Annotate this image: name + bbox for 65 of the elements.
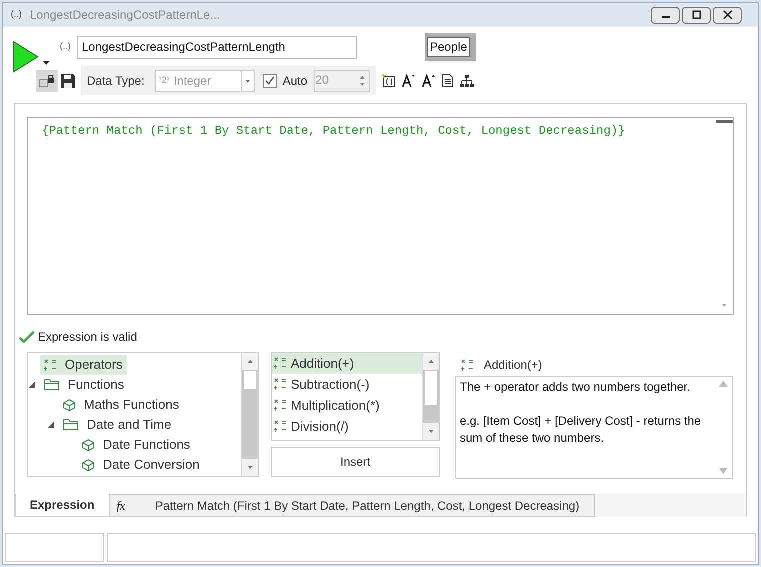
caret-icon[interactable] — [43, 61, 50, 65]
font-increase-icon[interactable] — [402, 74, 416, 88]
tab[interactable]: Expression — [15, 494, 110, 517]
operator-icon — [274, 399, 287, 412]
font-decrease-icon[interactable] — [422, 74, 436, 88]
cube-icon — [82, 438, 95, 452]
document-icon[interactable] — [442, 74, 454, 88]
operator-icon — [274, 357, 287, 370]
check-icon — [264, 76, 275, 86]
code-text: {Pattern Match (First 1 By Start Date, Pattern Length, Cost, Longest Decreasing)} — [41, 123, 626, 140]
operator-item[interactable]: Division(/) — [272, 416, 422, 437]
tree-item[interactable]: Date Functions — [78, 435, 194, 455]
auto-label: Auto — [282, 72, 308, 90]
description-title: Addition(+) — [484, 357, 542, 374]
hierarchy-icon[interactable] — [460, 74, 474, 88]
maximize-button[interactable] — [682, 6, 711, 24]
scrollbar[interactable] — [422, 353, 439, 440]
folder-icon — [63, 419, 79, 431]
operator-icon — [274, 378, 287, 391]
scroll-thumb[interactable] — [243, 370, 257, 390]
operator-item[interactable]: Addition(+) — [272, 353, 422, 374]
folder-icon — [44, 379, 60, 391]
validation-message: Expression is valid — [38, 329, 138, 346]
close-button[interactable] — [713, 6, 742, 24]
auto-checkbox[interactable] — [262, 74, 277, 88]
insert-button[interactable]: Insert — [271, 447, 440, 477]
tab[interactable]: fx Pattern Match (First 1 By Start Date, Pattern Length, Cost, Longest Decreasing) — [108, 494, 595, 517]
close-icon — [722, 10, 734, 20]
lock-button[interactable] — [36, 70, 58, 92]
expander-icon[interactable] — [28, 381, 36, 389]
scroll-thumb[interactable] — [716, 120, 733, 123]
maximize-icon — [690, 10, 702, 20]
scrollbar[interactable] — [241, 353, 258, 476]
name-field[interactable]: LongestDecreasingCostPatternLength — [77, 36, 357, 58]
data-type-label: Data Type: — [87, 72, 145, 90]
lock-icon — [39, 74, 55, 88]
data-type-value: Integer — [174, 72, 212, 90]
tree-item[interactable]: Date and Time — [59, 415, 176, 435]
minimize-button[interactable] — [651, 6, 680, 24]
window-type-label: (..) — [11, 8, 22, 22]
operator-icon — [44, 358, 57, 372]
run-icon[interactable] — [13, 41, 39, 73]
type-symbol-label: ¹2³ — [158, 74, 170, 87]
save-icon[interactable] — [60, 72, 76, 88]
size-value: 20 — [314, 72, 330, 88]
tree-item[interactable]: Date Conversion — [78, 455, 204, 475]
window-title: LongestDecreasingCostPatternLe... — [30, 7, 220, 24]
tree-item[interactable]: Operators — [40, 355, 127, 375]
cube-icon — [82, 458, 95, 472]
code-editor[interactable]: {Pattern Match (First 1 By Start Date, Pattern Length, Cost, Longest Decreasing)} — [27, 117, 734, 315]
fx-label: fx — [116, 498, 126, 514]
scroll-thumb[interactable] — [424, 370, 438, 406]
operator-icon — [274, 420, 287, 433]
tree-item[interactable]: Maths Functions — [59, 395, 184, 415]
operator-icon — [461, 358, 474, 372]
braces-icon[interactable] — [382, 74, 396, 88]
operator-item[interactable]: Subtraction(-) — [272, 374, 422, 395]
tree-item[interactable]: Functions — [40, 375, 128, 395]
description-text: e.g. [Item Cost] + [Delivery Cost] - returns the sum of these two numbers. — [460, 413, 702, 447]
description-text: The + operator adds two numbers together. — [460, 379, 692, 396]
cube-icon — [63, 398, 76, 412]
people-button[interactable]: People — [427, 37, 470, 57]
expander-icon[interactable] — [47, 421, 55, 429]
name-type-label: (..) — [60, 40, 71, 54]
operator-item[interactable]: Multiplication(*) — [272, 395, 422, 416]
